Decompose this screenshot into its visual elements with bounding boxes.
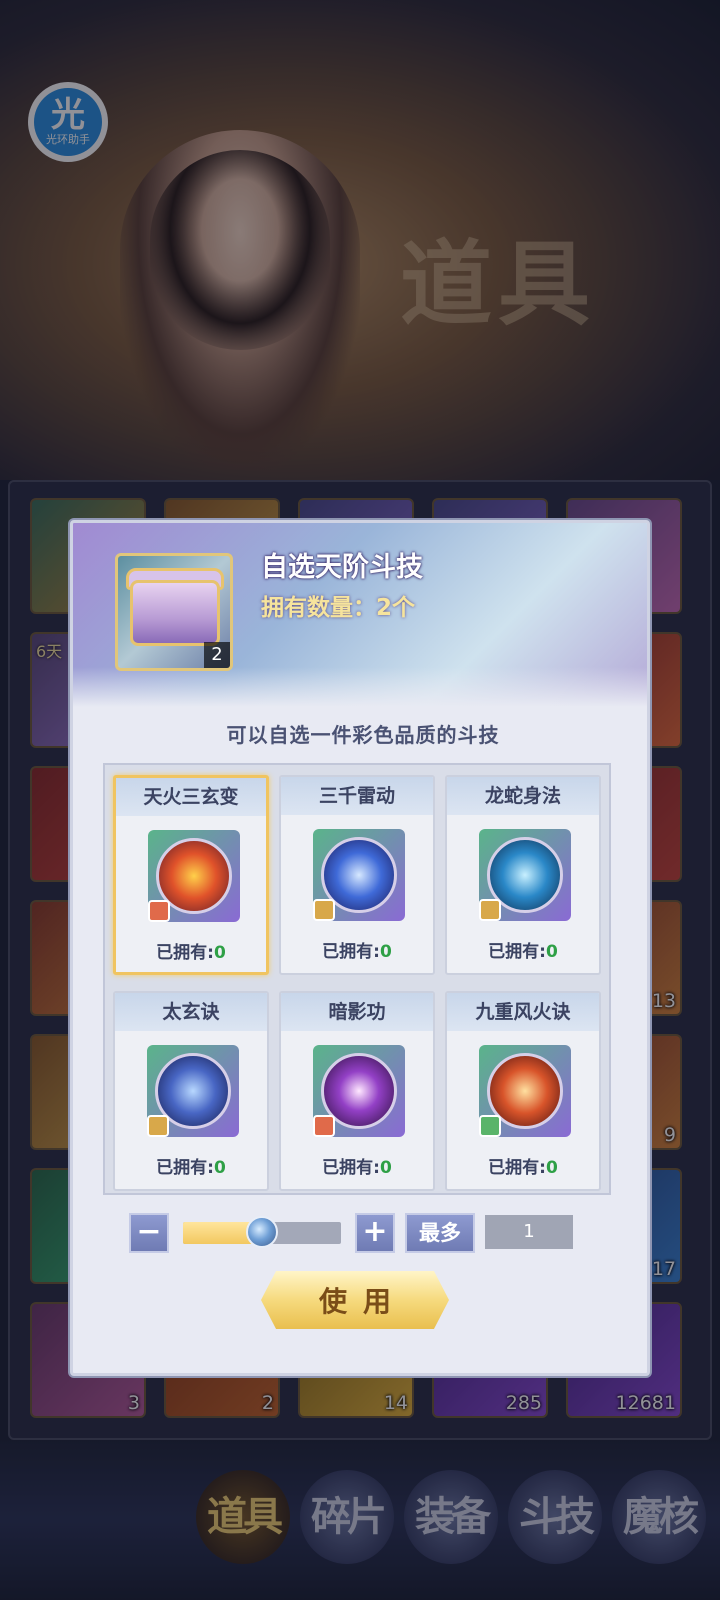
skill-owned-value: 0	[213, 943, 226, 963]
max-button[interactable]: 最多	[405, 1213, 475, 1253]
lightning-icon	[313, 829, 405, 921]
water-dash-icon	[479, 829, 571, 921]
skill-owned: 已拥有:0	[116, 938, 266, 963]
quality-badge-icon	[147, 1115, 169, 1137]
skill-title: 天火三玄变	[116, 778, 266, 816]
quantity-controls: − + 最多 1	[129, 1213, 599, 1253]
use-button-label: 使用	[318, 1285, 407, 1318]
fire-figure-icon	[148, 830, 240, 922]
select-skill-dialog: 2 自选天阶斗技 拥有数量：2个 可以自选一件彩色品质的斗技 天火三玄变 已拥有…	[70, 520, 650, 1376]
skill-owned: 已拥有:0	[281, 937, 433, 962]
decrease-button[interactable]: −	[129, 1213, 169, 1253]
quality-badge-icon	[313, 1115, 335, 1137]
phoenix-icon	[479, 1045, 571, 1137]
skill-owned-label: 已拥有:	[488, 942, 546, 962]
dialog-hint: 可以自选一件彩色品质的斗技	[226, 723, 500, 747]
skill-owned: 已拥有:0	[447, 937, 599, 962]
skill-owned: 已拥有:0	[281, 1153, 433, 1178]
skill-owned: 已拥有:0	[115, 1153, 267, 1178]
shadow-orb-icon	[313, 1045, 405, 1137]
skill-card-taixuan[interactable]: 太玄诀 已拥有:0	[113, 991, 269, 1191]
item-count-badge: 2	[204, 642, 230, 668]
skill-owned-value: 0	[213, 1158, 226, 1178]
skill-title: 太玄诀	[115, 993, 267, 1031]
item-name: 自选天阶斗技	[261, 552, 423, 583]
skill-owned-value: 0	[379, 1158, 392, 1178]
skill-title: 三千雷动	[281, 777, 433, 815]
skill-card-tianhuo[interactable]: 天火三玄变 已拥有:0	[113, 775, 269, 975]
increase-button[interactable]: +	[355, 1213, 395, 1253]
skill-owned-label: 已拥有:	[156, 1158, 214, 1178]
use-button[interactable]: 使用	[261, 1271, 449, 1329]
skill-title: 龙蛇身法	[447, 777, 599, 815]
slider-knob[interactable]	[246, 1216, 278, 1248]
skill-owned-value: 0	[379, 942, 392, 962]
item-icon-frame: 2	[115, 553, 233, 671]
quantity-slider[interactable]	[183, 1216, 341, 1248]
skill-owned-label: 已拥有:	[156, 943, 214, 963]
quantity-field[interactable]: 1	[485, 1215, 573, 1249]
skill-card-sanqian[interactable]: 三千雷动 已拥有:0	[279, 775, 435, 975]
skill-card-longshe[interactable]: 龙蛇身法 已拥有:0	[445, 775, 601, 975]
skill-card-anying[interactable]: 暗影功 已拥有:0	[279, 991, 435, 1191]
skill-owned: 已拥有:0	[447, 1153, 599, 1178]
skill-owned-value: 0	[545, 1158, 558, 1178]
treasure-chest-icon	[130, 580, 220, 646]
skill-title: 九重风火诀	[447, 993, 599, 1031]
quality-badge-icon	[479, 1115, 501, 1137]
blue-warrior-icon	[147, 1045, 239, 1137]
quality-badge-icon	[148, 900, 170, 922]
skill-owned-value: 0	[545, 942, 558, 962]
skill-owned-label: 已拥有:	[488, 1158, 546, 1178]
quality-badge-icon	[479, 899, 501, 921]
skill-card-jiuzhong[interactable]: 九重风火诀 已拥有:0	[445, 991, 601, 1191]
item-owned-count: 拥有数量：2个	[261, 595, 416, 621]
quality-badge-icon	[313, 899, 335, 921]
skill-grid: 天火三玄变 已拥有:0 三千雷动 已拥有:0 龙蛇身法 已拥有:0 太玄诀 已拥…	[103, 763, 611, 1195]
skill-owned-label: 已拥有:	[322, 942, 380, 962]
skill-owned-label: 已拥有:	[322, 1158, 380, 1178]
skill-title: 暗影功	[281, 993, 433, 1031]
